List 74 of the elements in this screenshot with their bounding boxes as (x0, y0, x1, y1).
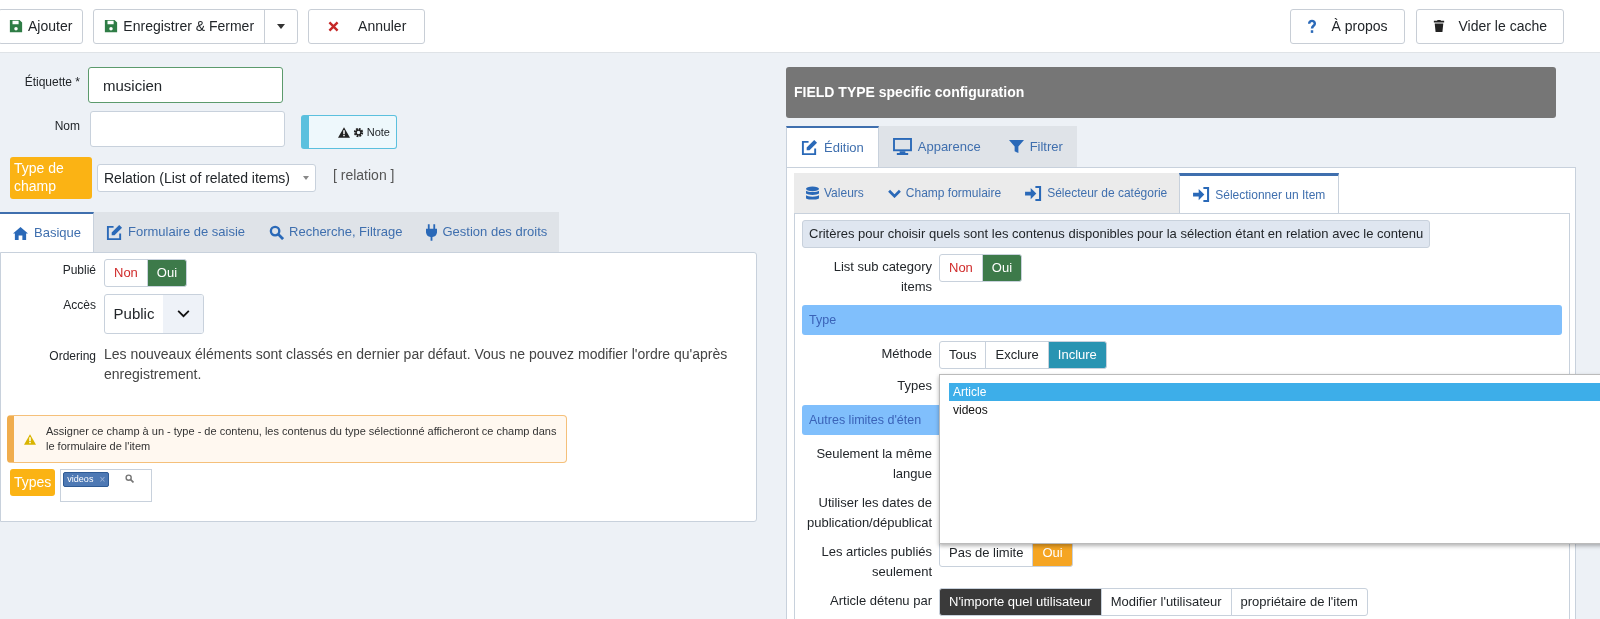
field-label: Types (896, 377, 933, 395)
tab[interactable]: Filtrer (994, 126, 1077, 167)
toggle-option[interactable]: Modifier l'utilisateur (1100, 588, 1232, 616)
tab[interactable]: Recherche, Filtrage (257, 212, 415, 252)
types-dropdown-menu[interactable]: Article videos (939, 374, 1600, 544)
section-header: Type (802, 305, 1562, 335)
tab[interactable]: Basique (0, 212, 94, 252)
toggle-option[interactable]: Inclure (1047, 341, 1107, 369)
caret-icon (277, 23, 286, 29)
select-field[interactable]: Public (104, 294, 204, 334)
toggle-option[interactable]: propriétaire de l'item (1230, 588, 1368, 616)
warning-icon (337, 126, 350, 138)
edit-icon (106, 223, 123, 241)
field-label: Utiliser les dates de publication/dépublicat (805, 494, 933, 532)
toggle-option[interactable]: Oui (981, 254, 1023, 282)
text-field[interactable]: musicien (88, 67, 283, 103)
toolbar-button[interactable]: Ajouter (0, 9, 83, 43)
toggle-option[interactable]: Oui (146, 259, 188, 287)
field-label: Méthode (880, 345, 933, 363)
toggle-option[interactable]: N'importe quel utilisateur (939, 588, 1102, 616)
alert-text: Assigner ce champ à un - type - de contenu, les contenus du type sélectionné afficheront ce champ dans le formulaire de l'item (46, 424, 558, 454)
field-type-label: Type de champ (10, 157, 92, 199)
trash-icon (1432, 19, 1445, 33)
toolbar-button[interactable]: Annuler (309, 9, 425, 43)
tag: videos × (63, 472, 110, 487)
filter-icon (1008, 139, 1024, 154)
search-icon (125, 474, 135, 483)
tab[interactable]: Valeurs (794, 173, 876, 213)
field-label: Publié (61, 262, 97, 279)
tab[interactable]: Sélecteur de catégorie (1013, 173, 1180, 213)
field-label: Seulement la même langue (815, 445, 933, 483)
toolbar-button[interactable]: Vider le cache (1415, 8, 1564, 44)
types-label: Types (10, 469, 56, 496)
monitor-icon (892, 138, 912, 155)
chevron-down-icon (176, 310, 190, 318)
field-label: Article détenu par (829, 592, 933, 610)
toolbar-button[interactable]: À propos (1290, 8, 1405, 44)
database-icon (806, 185, 819, 201)
caret-icon (303, 176, 309, 180)
note-badge: Note (301, 115, 397, 149)
tab[interactable]: Sélectionner un Item (1179, 173, 1340, 213)
field-label: Les articles publiés seulement (820, 543, 933, 581)
sign-in-icon (1025, 185, 1043, 201)
tab[interactable]: Champ formulaire (875, 173, 1014, 213)
toggle-option[interactable]: Non (939, 254, 983, 282)
close-icon (327, 19, 341, 33)
config-header: FIELD TYPE specific configuration (786, 67, 1556, 118)
field-label: Ordering (48, 348, 97, 365)
ordering-text: Les nouveaux éléments sont classés en dernier par défaut. Vous ne pouvez modifier l'ordre qu'après enregistrement. (104, 345, 729, 384)
criteria-heading: Critères pour choisir quels sont les contenus disponibles pour la sélection étant en relation avec le contenu (802, 220, 1431, 248)
edit-icon (801, 139, 818, 156)
field-label: Accès (62, 297, 97, 314)
tab[interactable]: Formulaire de saisie (94, 212, 258, 252)
plug-icon (426, 223, 438, 241)
settings-icon (352, 126, 364, 138)
tag-field[interactable]: videos × (60, 469, 153, 502)
sign-in-icon (1193, 187, 1211, 202)
field-type-code: [ relation ] (333, 165, 395, 185)
home-icon (12, 225, 29, 241)
search-icon (269, 224, 285, 240)
toggle-option[interactable]: Exclure (985, 341, 1049, 369)
tab[interactable]: Apparence (878, 126, 995, 167)
field-label: List sub category items (832, 258, 933, 296)
toggle-option[interactable]: Tous (939, 341, 987, 369)
question-mark-icon (1307, 18, 1318, 34)
tab[interactable]: Édition (786, 126, 879, 167)
field-label: Étiquette * (23, 73, 81, 91)
warning-icon (24, 433, 36, 445)
toggle-option[interactable]: Non (104, 259, 148, 287)
tab[interactable]: Gestion des droits (414, 212, 560, 252)
text-field[interactable] (90, 111, 285, 147)
field-label: Nom (53, 118, 81, 135)
select-field[interactable]: Relation (List of related items) (97, 164, 316, 192)
chevron-down-icon (887, 188, 901, 198)
